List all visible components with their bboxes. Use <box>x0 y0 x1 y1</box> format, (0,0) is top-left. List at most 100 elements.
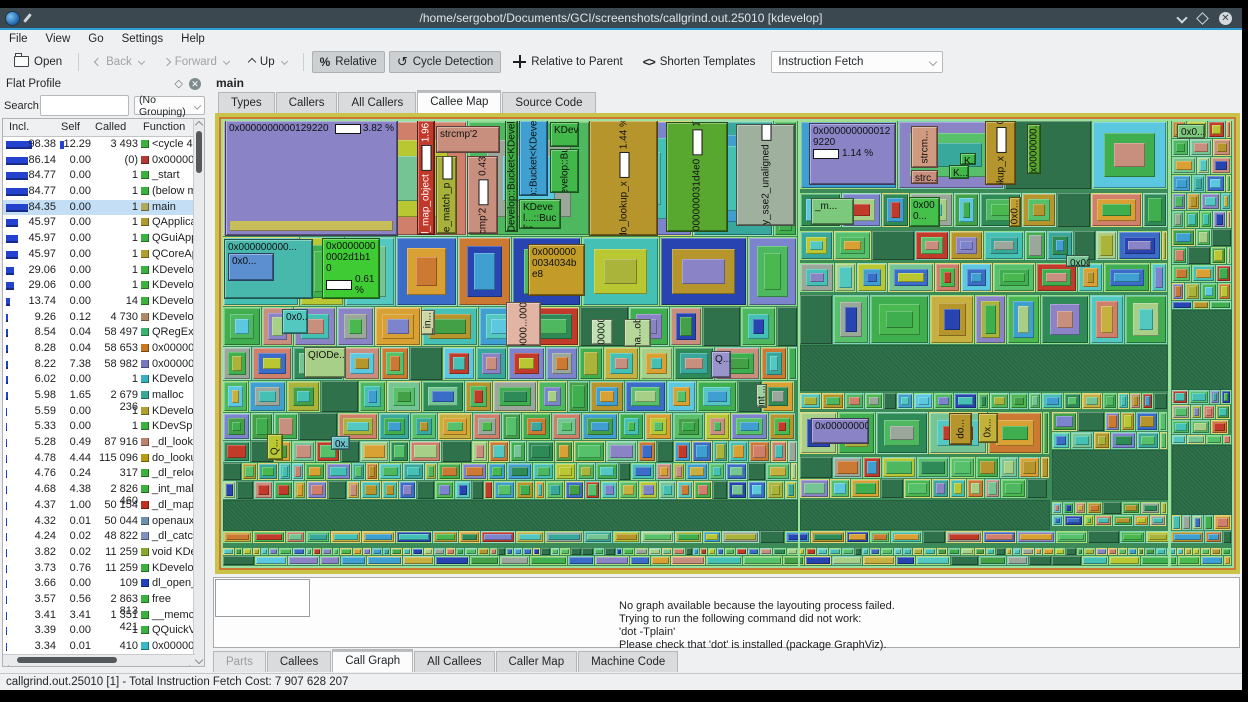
tab-source-code[interactable]: Source Code <box>502 92 596 113</box>
treemap-tile[interactable] <box>613 531 640 543</box>
treemap-tile[interactable] <box>645 413 672 440</box>
treemap-tile[interactable] <box>1084 548 1095 555</box>
treemap-tile[interactable] <box>760 548 772 555</box>
treemap-tile[interactable] <box>1001 479 1026 498</box>
treemap-tile[interactable] <box>767 481 784 499</box>
treemap-block[interactable]: 0x0000000034034be8 <box>528 244 585 296</box>
treemap-tile[interactable] <box>560 548 570 555</box>
treemap-tile[interactable] <box>594 548 604 555</box>
treemap-block[interactable]: Q... <box>711 351 731 378</box>
treemap-tile[interactable] <box>313 548 321 555</box>
menu-view[interactable]: View <box>37 30 80 48</box>
treemap-tile[interactable] <box>934 393 953 409</box>
treemap-tile[interactable] <box>673 463 685 480</box>
treemap-tile[interactable] <box>333 548 339 555</box>
treemap-tile[interactable] <box>1223 531 1231 543</box>
horizontal-scrollbar[interactable] <box>3 654 195 666</box>
treemap-tile[interactable] <box>1190 139 1212 156</box>
treemap-tile[interactable] <box>1017 531 1055 543</box>
table-row[interactable]: 45.970.001QApplicatio <box>3 215 194 231</box>
treemap-tile[interactable] <box>667 381 696 412</box>
treemap-tile[interactable] <box>577 463 595 480</box>
treemap-tile[interactable] <box>1104 263 1150 292</box>
close-icon[interactable]: ✕ <box>1219 11 1232 25</box>
treemap-tile[interactable] <box>470 556 499 565</box>
table-row[interactable]: 8.227.3858 9820x0000000 <box>3 357 194 373</box>
treemap-tile[interactable] <box>446 548 455 555</box>
treemap-tile[interactable] <box>700 548 707 555</box>
treemap-tile[interactable] <box>673 548 685 555</box>
treemap-tile[interactable] <box>1154 393 1167 409</box>
treemap-tile[interactable] <box>1172 229 1195 246</box>
treemap-block[interactable]: 0x0... <box>228 253 274 281</box>
treemap-tile[interactable] <box>693 548 699 555</box>
treemap-tile[interactable] <box>1143 193 1167 227</box>
treemap-tile[interactable] <box>800 457 832 478</box>
treemap-tile[interactable] <box>508 347 545 380</box>
treemap-block[interactable]: KDev... <box>550 122 579 147</box>
treemap-tile[interactable] <box>1172 175 1191 192</box>
treemap-tile[interactable] <box>876 412 928 454</box>
treemap-tile[interactable] <box>1042 393 1063 409</box>
treemap-tile[interactable] <box>1226 175 1231 192</box>
table-row[interactable]: 4.240.0248 822_dl_catch_ <box>3 529 194 545</box>
treemap-tile[interactable] <box>888 263 934 292</box>
treemap-tile[interactable] <box>382 481 398 499</box>
treemap-tile[interactable] <box>321 381 358 412</box>
treemap-tile[interactable] <box>913 548 923 555</box>
treemap-tile[interactable] <box>484 481 493 499</box>
treemap-tile[interactable] <box>582 413 618 440</box>
treemap-tile[interactable] <box>1105 412 1120 431</box>
treemap-tile[interactable] <box>1013 548 1021 555</box>
treemap-tile[interactable] <box>1172 301 1192 309</box>
table-row[interactable]: 5.330.001KDevSplash <box>3 419 194 435</box>
titlebar[interactable]: /home/sergobot/Documents/GCI/screenshots… <box>0 8 1242 28</box>
treemap-tile[interactable] <box>1172 265 1191 282</box>
treemap-empty-area[interactable] <box>800 345 1168 391</box>
treemap-tile[interactable] <box>660 237 747 306</box>
table-row[interactable]: 8.540.0458 497QRegExp:: <box>3 325 194 341</box>
grouping-combobox[interactable]: (No Grouping) <box>134 94 205 118</box>
treemap-tile[interactable] <box>488 463 506 480</box>
treemap-tile[interactable] <box>1118 231 1161 260</box>
treemap-tile[interactable] <box>261 548 268 555</box>
treemap-block[interactable]: _in... <box>421 310 435 335</box>
treemap-tile[interactable] <box>722 531 759 543</box>
treemap-tile[interactable] <box>1141 502 1160 514</box>
vertical-scrollbar[interactable] <box>193 119 204 666</box>
treemap-block[interactable]: _dl_name_match_p1.04 % <box>436 156 457 234</box>
treemap-tile[interactable] <box>728 481 747 499</box>
treemap-tile[interactable] <box>937 548 947 555</box>
treemap-tile[interactable] <box>459 531 480 543</box>
treemap-tile[interactable] <box>585 481 600 499</box>
treemap-tile[interactable] <box>462 463 487 480</box>
treemap-tile[interactable] <box>692 441 712 462</box>
treemap-tile[interactable] <box>1187 193 1200 210</box>
treemap-tile[interactable] <box>787 548 798 555</box>
treemap-block[interactable]: 0x0000000000129220 1.14 % <box>809 123 896 185</box>
treemap-tile[interactable] <box>822 393 844 409</box>
search-input[interactable] <box>40 95 129 116</box>
treemap-tile[interactable] <box>1218 283 1231 300</box>
treemap-tile[interactable] <box>1078 263 1103 292</box>
treemap-tile[interactable] <box>851 479 880 498</box>
treemap-tile[interactable] <box>703 307 740 346</box>
treemap-tile[interactable] <box>341 556 366 565</box>
treemap-tile[interactable] <box>805 556 831 565</box>
treemap-tile[interactable] <box>891 531 922 543</box>
treemap-tile[interactable] <box>473 413 501 440</box>
back-button[interactable]: Back <box>87 51 152 73</box>
treemap-tile[interactable] <box>675 531 702 543</box>
treemap-block[interactable]: 0x0000000... <box>1027 124 1041 174</box>
treemap-tile[interactable] <box>984 231 1024 260</box>
treemap-tile[interactable] <box>1172 193 1186 210</box>
treemap-tile[interactable] <box>465 381 492 412</box>
shorten-templates-toggle[interactable]: <> Shorten Templates <box>635 51 764 73</box>
treemap-tile[interactable] <box>863 556 895 565</box>
treemap-tile[interactable] <box>596 463 618 480</box>
treemap-tile[interactable] <box>412 548 423 555</box>
treemap-tile[interactable] <box>834 231 871 260</box>
treemap-tile[interactable] <box>1075 502 1086 514</box>
treemap-tile[interactable] <box>523 548 532 555</box>
treemap-tile[interactable] <box>1185 283 1200 300</box>
